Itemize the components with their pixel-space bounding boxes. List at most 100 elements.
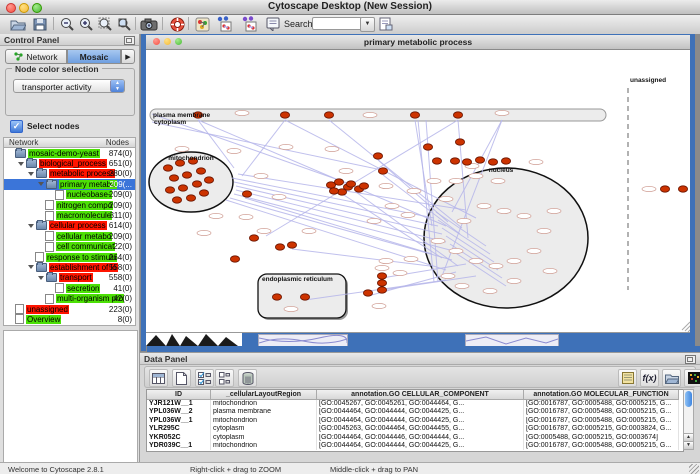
panel-float-icon[interactable]: [124, 36, 135, 45]
save-icon[interactable]: [31, 16, 49, 32]
attribute-table-icon[interactable]: [149, 369, 168, 387]
network-node[interactable]: [678, 186, 687, 192]
node-label-box[interactable]: [379, 258, 393, 263]
network-node[interactable]: [178, 185, 187, 191]
unselect-attributes-icon[interactable]: [215, 369, 234, 387]
zoom-out-icon[interactable]: [58, 16, 76, 32]
network-node[interactable]: [272, 294, 281, 300]
node-label-box[interactable]: [325, 146, 339, 151]
table-scrollbar[interactable]: ▲ ▼: [683, 389, 694, 450]
table-cell[interactable]: plasma membrane: [211, 408, 317, 416]
node-label-box[interactable]: [527, 248, 541, 253]
select-nodes-checkbox[interactable]: ✓: [10, 120, 23, 133]
expand-triangle-icon[interactable]: [28, 224, 34, 228]
network-node[interactable]: [450, 158, 459, 164]
select-attributes-icon[interactable]: [195, 369, 214, 387]
node-label-box[interactable]: [449, 248, 463, 253]
delete-attribute-icon[interactable]: [238, 369, 257, 387]
table-cell[interactable]: YPL036W__1: [147, 417, 211, 425]
zoom-in-icon[interactable]: [77, 16, 95, 32]
node-label-box[interactable]: [363, 112, 377, 117]
attribute-table[interactable]: ID_cellularLayoutRegionannotation.GO CEL…: [146, 389, 684, 452]
node-label-box[interactable]: [483, 288, 497, 293]
node-label-box[interactable]: [385, 203, 399, 208]
network-node[interactable]: [453, 112, 462, 118]
scrollbar-thumb[interactable]: [685, 391, 692, 407]
node-label-box[interactable]: [469, 173, 483, 178]
network-node[interactable]: [501, 158, 510, 164]
table-column-header[interactable]: annotation.GO CELLULAR_COMPONENT: [317, 390, 524, 400]
tab-network[interactable]: Network: [5, 49, 67, 64]
table-cell[interactable]: [GO:0044464, GO:0044444, GO:0044425, G..…: [317, 442, 524, 450]
node-label-box[interactable]: [441, 273, 455, 278]
network-node[interactable]: [660, 186, 669, 192]
node-label-box[interactable]: [239, 214, 253, 219]
search-dropdown-icon[interactable]: ▼: [360, 17, 375, 32]
node-label-box[interactable]: [367, 218, 381, 223]
node-label-box[interactable]: [339, 168, 353, 173]
tree-row[interactable]: establishment of lo558(0): [4, 262, 135, 272]
network-node[interactable]: [280, 112, 289, 118]
table-cell[interactable]: cytoplasm: [211, 425, 317, 433]
node-label-box[interactable]: [279, 144, 293, 149]
table-cell[interactable]: YPL036W__2: [147, 408, 211, 416]
tree-row[interactable]: cellular metabo209(0): [4, 231, 135, 241]
network-node[interactable]: [462, 159, 471, 165]
table-cell[interactable]: YJR121W__1: [147, 400, 211, 408]
tree-row[interactable]: multi-organism pro42(0): [4, 293, 135, 303]
table-column-header[interactable]: ID: [147, 390, 211, 400]
tree-row[interactable]: biological_process651(0): [4, 158, 135, 168]
tab-overflow-arrow-icon[interactable]: ▶: [121, 49, 135, 64]
network-node[interactable]: [410, 112, 419, 118]
table-cell[interactable]: cytoplasm: [211, 434, 317, 442]
node-label-box[interactable]: [209, 213, 223, 218]
network-node[interactable]: [230, 256, 239, 262]
network-canvas[interactable]: plasma membranecytoplasmmitochondrionnuc…: [146, 50, 690, 333]
node-label-box[interactable]: [507, 258, 521, 263]
open-icon[interactable]: [9, 16, 27, 32]
tree-row[interactable]: nitrogen compo209(0): [4, 200, 135, 210]
network-node[interactable]: [377, 280, 386, 286]
node-label-box[interactable]: [517, 213, 531, 218]
node-label-box[interactable]: [431, 238, 445, 243]
network-node[interactable]: [199, 190, 208, 196]
scroll-down-icon[interactable]: ▼: [684, 441, 693, 449]
node-label-box[interactable]: [372, 303, 386, 308]
message-console-icon[interactable]: [264, 16, 282, 32]
node-label-box[interactable]: [491, 178, 505, 183]
network-node[interactable]: [163, 165, 172, 171]
network-window-titlebar[interactable]: primary metabolic process: [146, 35, 690, 50]
network-node[interactable]: [377, 287, 386, 293]
network-node[interactable]: [192, 181, 201, 187]
node-label-box[interactable]: [547, 208, 561, 213]
table-cell[interactable]: mitochondrion: [211, 417, 317, 425]
tree-row[interactable]: primary metabo209(...: [4, 179, 135, 189]
node-color-dropdown[interactable]: transporter activity ▲▼: [13, 79, 125, 93]
network-node[interactable]: [455, 139, 464, 145]
node-label-box[interactable]: [495, 110, 509, 115]
node-label-box[interactable]: [254, 173, 268, 178]
node-label-box[interactable]: [507, 278, 521, 283]
table-cell[interactable]: YDR039C__1: [147, 442, 211, 450]
network-node[interactable]: [346, 181, 355, 187]
network-node[interactable]: [324, 112, 333, 118]
network-node[interactable]: [182, 172, 191, 178]
table-cell[interactable]: [GO:0016787, GO:0005488, GO:0005215, G..…: [524, 417, 679, 425]
annotation-import-icon[interactable]: [215, 16, 233, 32]
table-column-header[interactable]: _cellularLayoutRegion: [211, 390, 317, 400]
new-attribute-icon[interactable]: [172, 369, 191, 387]
network-node[interactable]: [475, 157, 484, 163]
table-cell[interactable]: mitochondrion: [211, 400, 317, 408]
expand-triangle-icon[interactable]: [28, 265, 34, 269]
node-label-box[interactable]: [469, 258, 483, 263]
import-attributes-icon[interactable]: [662, 369, 681, 387]
table-cell[interactable]: [GO:0016787, GO:0005488, GO:0005215, G..…: [524, 442, 679, 450]
network-node[interactable]: [488, 159, 497, 165]
attribute-matrix-icon[interactable]: [684, 369, 700, 387]
node-label-box[interactable]: [457, 218, 471, 223]
expand-triangle-icon[interactable]: [38, 182, 44, 186]
node-label-box[interactable]: [427, 178, 441, 183]
tree-row[interactable]: cell communicat22(0): [4, 242, 135, 252]
tree-row[interactable]: mosaic-demo-yeast874(0): [4, 148, 135, 158]
window-resize-grip[interactable]: [689, 464, 699, 474]
